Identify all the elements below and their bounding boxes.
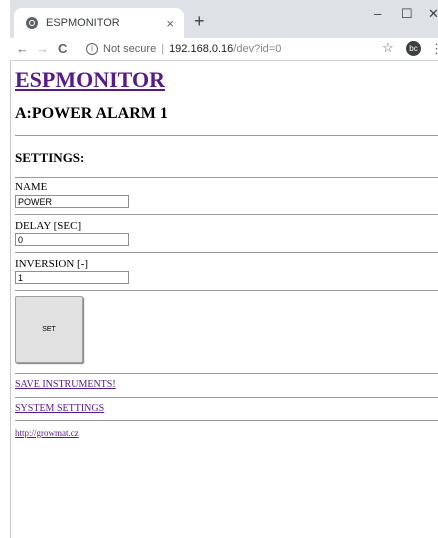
page-title: A:POWER ALARM 1 (15, 105, 168, 122)
brand-link[interactable]: ESPMONITOR (15, 67, 165, 93)
divider (15, 177, 438, 178)
close-tab-icon[interactable]: × (166, 16, 174, 31)
tab-title: ESPMONITOR (46, 17, 120, 29)
tab-espmonitor[interactable]: ESPMONITOR × (14, 8, 184, 38)
divider (15, 420, 438, 421)
divider (15, 290, 438, 291)
divider (15, 135, 438, 136)
new-tab-button[interactable]: + (194, 12, 205, 30)
inversion-label: INVERSION [-] (15, 258, 89, 270)
divider (15, 252, 438, 253)
maximize-icon[interactable]: ☐ (401, 6, 413, 22)
delay-field[interactable] (15, 233, 129, 246)
set-button[interactable]: SET (15, 296, 83, 363)
browser-window: ESPMONITOR × + – ☐ ✕ ← → C i Not secure … (0, 0, 438, 538)
divider (15, 373, 438, 374)
forward-icon[interactable]: → (36, 41, 49, 56)
name-field[interactable] (15, 195, 129, 208)
divider (15, 214, 438, 215)
page-content: ESPMONITOR A:POWER ALARM 1 SETTINGS: NAM… (10, 61, 438, 538)
profile-avatar[interactable]: bc (406, 41, 421, 56)
bookmark-star-icon[interactable]: ☆ (382, 40, 394, 56)
inversion-field[interactable] (15, 271, 129, 284)
address-bar[interactable]: i Not secure | 192.168.0.16 /dev?id=0 (86, 40, 382, 58)
settings-title: SETTINGS: (15, 150, 85, 165)
save-instruments-link[interactable]: SAVE INSTRUMENTS! (15, 379, 116, 390)
divider (15, 397, 438, 398)
reload-icon[interactable]: C (58, 41, 67, 56)
close-window-icon[interactable]: ✕ (428, 6, 438, 22)
url-host: 192.168.0.16 (169, 43, 234, 55)
back-icon[interactable]: ← (16, 41, 29, 56)
globe-icon (26, 17, 38, 29)
url-path: /dev?id=0 (233, 43, 282, 55)
browser-toolbar: ← → C i Not secure | 192.168.0.16 /dev?i… (10, 38, 438, 61)
website-link[interactable]: http://growmat.cz (15, 428, 79, 438)
security-label: Not secure (103, 43, 157, 55)
info-icon[interactable]: i (86, 43, 98, 55)
menu-icon[interactable]: ⋮ (430, 41, 438, 57)
tab-strip: ESPMONITOR × + – ☐ ✕ (10, 0, 438, 38)
name-label: NAME (15, 181, 48, 193)
minimize-icon[interactable]: – (374, 6, 381, 21)
address-separator: | (161, 43, 165, 55)
delay-label: DELAY [SEC] (15, 220, 82, 232)
system-settings-link[interactable]: SYSTEM SETTINGS (15, 403, 104, 414)
